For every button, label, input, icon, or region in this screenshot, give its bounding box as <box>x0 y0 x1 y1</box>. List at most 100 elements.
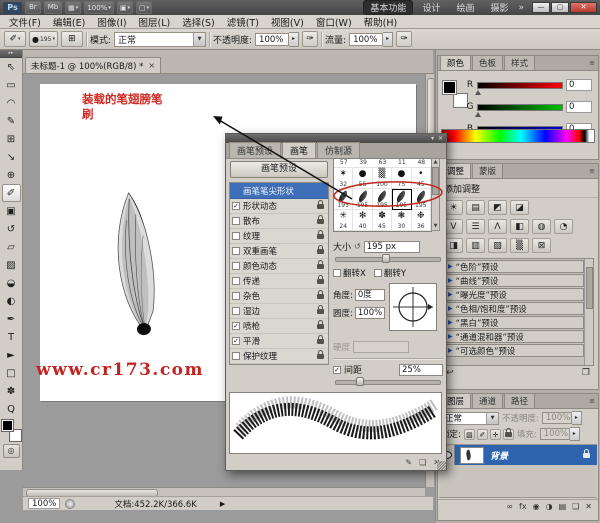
lock-transparency-icon[interactable]: ▨ <box>464 429 475 440</box>
spacing-checkbox[interactable]: ✓ <box>333 366 341 374</box>
brush-tab-画笔[interactable]: 画笔 <box>282 142 316 158</box>
brush-tip-cell[interactable]: ✻40 <box>353 210 372 231</box>
posterize-icon[interactable]: ▥ <box>466 238 485 253</box>
checkbox-icon[interactable] <box>232 352 240 360</box>
horizontal-scrollbar[interactable] <box>23 487 425 496</box>
arrange-documents-button[interactable]: ▣▾ <box>117 1 133 14</box>
size-slider[interactable] <box>335 254 441 263</box>
photo-filter-icon[interactable]: ◍ <box>532 219 551 234</box>
brush-grid-scrollbar[interactable]: ▲▼ <box>431 158 440 231</box>
lock-all-icon[interactable] <box>503 429 514 440</box>
preset-group-“曝光度”预设[interactable]: ▶“曝光度”预设 <box>444 288 584 301</box>
selective-color-icon[interactable]: ⊠ <box>532 238 551 253</box>
brush-tip-cell[interactable]: ❉36 <box>412 210 431 231</box>
menu-item[interactable]: 视图(V) <box>265 15 310 29</box>
path-selection-tool[interactable]: ► <box>2 346 21 364</box>
panel-color-swatches[interactable] <box>443 81 467 107</box>
brush-option-保护纹理[interactable]: 保护纹理 <box>230 349 328 364</box>
layer-blend-mode-select[interactable]: 正常 ▼ <box>441 412 499 425</box>
presets-scrollbar[interactable] <box>584 259 593 365</box>
levels-icon[interactable]: ▤ <box>466 200 485 215</box>
brush-option-喷枪[interactable]: ✓喷枪 <box>230 319 328 334</box>
flow-control[interactable]: 100% ▸ <box>349 32 393 47</box>
opacity-control[interactable]: 100% ▸ <box>255 32 299 47</box>
zoom-level-control[interactable]: 100%▾ <box>84 1 114 14</box>
preset-group-“曲线”预设[interactable]: ▶“曲线”预设 <box>444 274 584 287</box>
workspace-overflow-icon[interactable]: » <box>518 3 524 13</box>
shape-tool[interactable]: □ <box>2 364 21 382</box>
background-color-swatch[interactable] <box>10 430 21 441</box>
minimize-button[interactable]: — <box>532 2 550 13</box>
brush-tip-cell[interactable]: 195 <box>334 189 353 210</box>
panel-menu-icon[interactable]: ≡ <box>589 59 595 67</box>
brush-tip-cell[interactable]: ❃30 <box>392 210 411 231</box>
airbrush-opacity-icon[interactable]: ✑ <box>302 31 318 47</box>
dropdown-arrow-icon[interactable]: ▼ <box>193 33 205 46</box>
dodge-tool[interactable]: ◐ <box>2 292 21 310</box>
brush-tip-cell[interactable]: •45 <box>412 168 431 189</box>
checkbox-icon[interactable]: ✓ <box>232 337 240 345</box>
dropdown-arrow-icon[interactable]: ▼ <box>486 413 498 424</box>
new-layer-icon[interactable]: ❏ <box>572 502 579 511</box>
launch-mini-bridge-button[interactable]: Mb <box>44 1 62 14</box>
pen-tool[interactable]: ✒ <box>2 310 21 328</box>
checkbox-icon[interactable]: ✓ <box>232 322 240 330</box>
brush-tip-cell[interactable]: 195 <box>412 189 431 210</box>
brush-option-湿边[interactable]: 湿边 <box>230 304 328 319</box>
slider-thumb-icon[interactable] <box>475 87 481 95</box>
channel-value[interactable]: 0 <box>566 79 592 91</box>
layer-fill-control[interactable]: 100% ▸ <box>540 427 580 441</box>
checkbox-icon[interactable] <box>232 262 240 270</box>
adjust-tab-蒙版[interactable]: 蒙版 <box>472 163 503 178</box>
view-extras-button[interactable]: ▦▾ <box>65 1 81 14</box>
channel-mixer-icon[interactable]: ◔ <box>554 219 573 234</box>
brush-tip-shape-item[interactable]: 画笔笔尖形状 <box>230 183 328 199</box>
threshold-icon[interactable]: ▧ <box>488 238 507 253</box>
collapse-icon[interactable]: ▾ <box>431 135 434 142</box>
layer-mask-icon[interactable]: ◉ <box>533 502 540 511</box>
link-layers-icon[interactable]: ∞ <box>506 502 513 511</box>
black-white-icon[interactable]: ◧ <box>510 219 529 234</box>
document-tab[interactable]: 未标题-1 @ 100%(RGB/8) * × <box>25 57 161 73</box>
channel-slider[interactable] <box>477 82 563 89</box>
delete-layer-icon[interactable]: ✕ <box>585 502 592 511</box>
panel-menu-icon[interactable]: ≡ <box>589 167 595 175</box>
brush-tip-cell[interactable]: ▒100 <box>373 168 392 189</box>
brush-tip-cell[interactable]: 195 <box>373 189 392 210</box>
flip-y-checkbox[interactable] <box>374 269 382 277</box>
gradient-map-icon[interactable]: ▒ <box>510 238 529 253</box>
history-brush-tool[interactable]: ↺ <box>2 220 21 238</box>
menu-item[interactable]: 滤镜(T) <box>221 15 265 29</box>
lasso-tool[interactable]: ◠ <box>2 94 21 112</box>
brush-tip-cell[interactable]: 195 <box>392 189 411 210</box>
brush-tip-cell[interactable]: ✽45 <box>373 210 392 231</box>
spacing-input[interactable]: 25% <box>399 364 443 376</box>
brush-tip-cell[interactable]: ✳24 <box>334 210 353 231</box>
brush-tip-cell[interactable]: 195 <box>353 189 372 210</box>
hue-saturation-icon[interactable]: ☰ <box>466 219 485 234</box>
color-tab-样式[interactable]: 样式 <box>504 55 535 70</box>
healing-brush-tool[interactable]: ⊕ <box>2 166 21 184</box>
checkbox-icon[interactable] <box>232 232 240 240</box>
foreground-color-swatch[interactable] <box>2 420 13 431</box>
close-button[interactable]: ✕ <box>570 2 597 13</box>
layer-style-icon[interactable]: fx <box>519 502 527 511</box>
panel-resize-grip[interactable] <box>437 461 446 470</box>
checkbox-icon[interactable] <box>232 292 240 300</box>
workspace-基本功能[interactable]: 基本功能 <box>363 0 413 15</box>
menu-item[interactable]: 帮助(H) <box>358 15 404 29</box>
preset-group-“可选颜色”预设[interactable]: ▶“可选颜色”预设 <box>444 344 584 357</box>
menu-item[interactable]: 编辑(E) <box>47 15 91 29</box>
layers-tab-路径[interactable]: 路径 <box>504 393 535 408</box>
expand-view-icon[interactable]: ❐ <box>582 368 590 378</box>
brush-option-平滑[interactable]: ✓平滑 <box>230 334 328 349</box>
curves-icon[interactable]: ◩ <box>488 200 507 215</box>
brush-presets-button[interactable]: 画笔预设 <box>230 161 328 178</box>
hand-tool[interactable]: ✽ <box>2 382 21 400</box>
layer-row-background[interactable]: 背景 <box>439 445 597 465</box>
flip-x-checkbox[interactable] <box>333 269 341 277</box>
brush-option-纹理[interactable]: 纹理 <box>230 229 328 244</box>
screen-mode-button[interactable]: ▢▾ <box>136 1 152 14</box>
brush-option-双重画笔[interactable]: 双重画笔 <box>230 244 328 259</box>
layer-opacity-control[interactable]: 100% ▸ <box>542 411 582 425</box>
